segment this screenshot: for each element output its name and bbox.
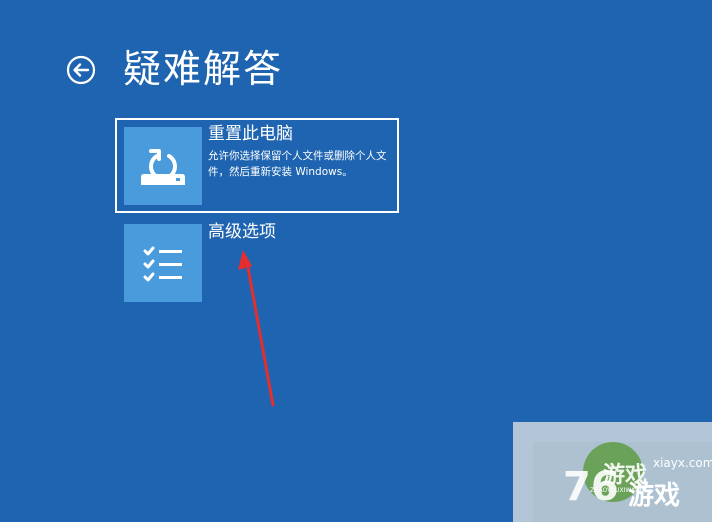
advanced-options-tile bbox=[124, 224, 202, 302]
reset-pc-description: 允许你选择保留个人文件或删除个人文件，然后重新安装 Windows。 bbox=[208, 150, 387, 178]
watermark-logo-icon: 76 游戏 xiayx.com 游戏 ZHAOYOUXIWANG bbox=[533, 442, 712, 522]
reset-pc-option[interactable]: 重置此电脑 允许你选择保留个人文件或删除个人文件，然后重新安装 Windows。 bbox=[115, 118, 399, 213]
page-title: 疑难解答 bbox=[123, 47, 284, 91]
watermark-sub: ZHAOYOUXIWANG bbox=[590, 487, 645, 494]
watermark: 76 游戏 xiayx.com 游戏 ZHAOYOUXIWANG bbox=[513, 422, 712, 522]
advanced-options-option[interactable]: 高级选项 bbox=[115, 218, 399, 313]
watermark-brand: 游戏 bbox=[628, 481, 680, 511]
watermark-domain: xiayx.com bbox=[653, 456, 712, 470]
reset-pc-title: 重置此电脑 bbox=[208, 124, 293, 144]
checklist-icon bbox=[143, 246, 182, 282]
back-button[interactable] bbox=[66, 55, 96, 85]
advanced-options-title: 高级选项 bbox=[208, 222, 276, 242]
reset-pc-tile bbox=[124, 127, 202, 205]
back-arrow-icon bbox=[66, 55, 96, 85]
reset-pc-icon bbox=[141, 149, 185, 185]
